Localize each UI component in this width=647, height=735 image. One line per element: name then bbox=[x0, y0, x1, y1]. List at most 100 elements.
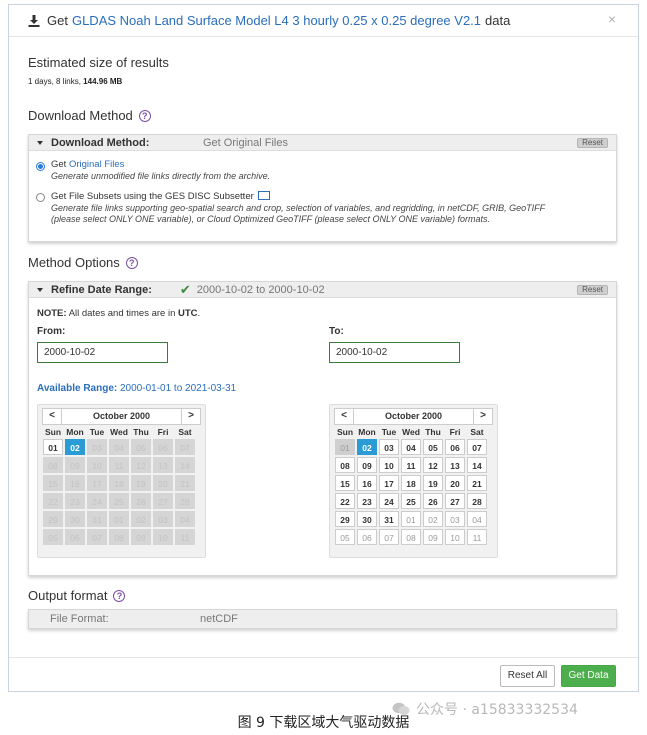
calendar-day: 05 bbox=[43, 529, 63, 545]
weekday-label: Tue bbox=[381, 427, 397, 437]
calendar-day[interactable]: 05 bbox=[423, 439, 443, 455]
from-date-input[interactable]: 2000-10-02 bbox=[37, 342, 168, 363]
option-description-2: (please select ONLY ONE variable), or Cl… bbox=[51, 214, 491, 224]
next-month-button[interactable]: > bbox=[473, 408, 493, 425]
help-icon[interactable]: ? bbox=[138, 110, 151, 122]
calendar-day[interactable]: 01 bbox=[43, 439, 63, 455]
radio-original-files[interactable] bbox=[36, 162, 45, 171]
calendar-day[interactable]: 23 bbox=[357, 493, 377, 509]
radio-file-subsets[interactable] bbox=[36, 193, 45, 202]
option-prefix: Get File Subsets using the GES DISC Subs… bbox=[51, 191, 254, 202]
calendar-day[interactable]: 06 bbox=[357, 529, 377, 545]
calendar-day[interactable]: 08 bbox=[335, 457, 355, 473]
calendar-day[interactable]: 26 bbox=[423, 493, 443, 509]
calendar-day[interactable]: 05 bbox=[335, 529, 355, 545]
available-range: Available Range: 2000-01-01 to 2021-03-3… bbox=[37, 383, 236, 394]
estimate-summary: 1 days, 8 links, 144.96 MB bbox=[28, 77, 122, 86]
output-format-label: Output format bbox=[28, 588, 108, 603]
calendar-day: 30 bbox=[65, 511, 85, 527]
close-icon[interactable]: × bbox=[608, 11, 616, 27]
to-date-input[interactable]: 2000-10-02 bbox=[329, 342, 460, 363]
calendar-day[interactable]: 14 bbox=[467, 457, 487, 473]
calendar-day[interactable]: 12 bbox=[423, 457, 443, 473]
caret-down-icon[interactable] bbox=[37, 140, 43, 145]
calendar-day: 15 bbox=[43, 475, 63, 491]
calendar-day[interactable]: 06 bbox=[445, 439, 465, 455]
calendar-day[interactable]: 16 bbox=[357, 475, 377, 491]
download-dialog: Get GLDAS Noah Land Surface Model L4 3 h… bbox=[8, 4, 639, 692]
calendar-day[interactable]: 01 bbox=[401, 511, 421, 527]
calendar-day[interactable]: 08 bbox=[401, 529, 421, 545]
estimate-days: 1 days, bbox=[28, 77, 54, 86]
subsetter-icon[interactable] bbox=[258, 191, 271, 200]
next-month-button[interactable]: > bbox=[181, 408, 201, 425]
prev-month-button[interactable]: < bbox=[334, 408, 354, 425]
from-calendar[interactable]: < October 2000 > Sun Mon Tue Wed Thu Fri Sat 01 02 0… bbox=[37, 404, 206, 558]
reset-all-button[interactable]: Reset All bbox=[500, 665, 555, 687]
calendar-day: 18 bbox=[109, 475, 129, 491]
calendar-day[interactable]: 31 bbox=[379, 511, 399, 527]
calendar-day: 05 bbox=[131, 439, 151, 455]
calendar-day[interactable]: 10 bbox=[379, 457, 399, 473]
option-original-files[interactable]: Get Original Files Generate unmodified f… bbox=[36, 159, 270, 182]
calendar-day[interactable]: 18 bbox=[401, 475, 421, 491]
calendar-day[interactable]: 09 bbox=[357, 457, 377, 473]
original-files-link[interactable]: Original Files bbox=[69, 159, 124, 170]
help-icon[interactable]: ? bbox=[125, 257, 138, 269]
available-label: Available Range: bbox=[37, 383, 118, 394]
download-icon bbox=[28, 14, 40, 27]
calendar-day[interactable]: 21 bbox=[467, 475, 487, 491]
calendar-day: 19 bbox=[131, 475, 151, 491]
calendar-day[interactable]: 17 bbox=[379, 475, 399, 491]
help-icon[interactable]: ? bbox=[113, 590, 126, 602]
reset-button[interactable]: Reset bbox=[577, 285, 608, 295]
to-calendar[interactable]: < October 2000 > Sun Mon Tue Wed Thu Fri Sat 01 02 0… bbox=[329, 404, 498, 558]
calendar-day[interactable]: 07 bbox=[467, 439, 487, 455]
calendar-day[interactable]: 20 bbox=[445, 475, 465, 491]
prev-month-button[interactable]: < bbox=[42, 408, 62, 425]
calendar-day[interactable]: 04 bbox=[401, 439, 421, 455]
calendar-day: 04 bbox=[175, 511, 195, 527]
output-format-panel: File Format: netCDF bbox=[28, 609, 617, 629]
calendar-day: 01 bbox=[109, 511, 129, 527]
calendar-day[interactable]: 30 bbox=[357, 511, 377, 527]
calendar-day[interactable]: 09 bbox=[423, 529, 443, 545]
figure-caption: 图 9 下载区域大气驱动数据 bbox=[237, 715, 410, 731]
calendar-day[interactable]: 02 bbox=[65, 439, 85, 455]
option-file-subsets[interactable]: Get File Subsets using the GES DISC Subs… bbox=[36, 191, 606, 226]
weekday-label: Fri bbox=[449, 427, 461, 437]
file-format-key: File Format: bbox=[50, 613, 109, 625]
caret-down-icon[interactable] bbox=[37, 287, 43, 292]
weekday-label: Wed bbox=[110, 427, 128, 437]
calendar-day: 08 bbox=[109, 529, 129, 545]
option-prefix: Get bbox=[51, 159, 67, 170]
calendar-day[interactable]: 22 bbox=[335, 493, 355, 509]
calendar-day[interactable]: 03 bbox=[445, 511, 465, 527]
calendar-month-title: October 2000 bbox=[354, 408, 473, 425]
calendar-day[interactable]: 27 bbox=[445, 493, 465, 509]
reset-button[interactable]: Reset bbox=[577, 138, 608, 148]
note-bold: NOTE: bbox=[37, 308, 67, 319]
calendar-day[interactable]: 11 bbox=[401, 457, 421, 473]
calendar-day[interactable]: 10 bbox=[445, 529, 465, 545]
download-method-panel-header[interactable]: Download Method: Get Original Files Rese… bbox=[29, 135, 616, 151]
calendar-day[interactable]: 02 bbox=[357, 439, 377, 455]
get-data-button[interactable]: Get Data bbox=[561, 665, 616, 687]
method-options-label: Method Options bbox=[28, 255, 120, 270]
dataset-link[interactable]: GLDAS Noah Land Surface Model L4 3 hourl… bbox=[72, 13, 481, 28]
calendar-day: 01 bbox=[335, 439, 355, 455]
calendar-day[interactable]: 28 bbox=[467, 493, 487, 509]
calendar-day[interactable]: 29 bbox=[335, 511, 355, 527]
date-range-panel-header[interactable]: Refine Date Range: ✔ 2000-10-02 to 2000-… bbox=[29, 282, 616, 298]
calendar-day[interactable]: 11 bbox=[467, 529, 487, 545]
calendar-day[interactable]: 24 bbox=[379, 493, 399, 509]
calendar-day[interactable]: 02 bbox=[423, 511, 443, 527]
calendar-day: 10 bbox=[87, 457, 107, 473]
calendar-day[interactable]: 03 bbox=[379, 439, 399, 455]
calendar-day[interactable]: 15 bbox=[335, 475, 355, 491]
calendar-day[interactable]: 04 bbox=[467, 511, 487, 527]
calendar-day[interactable]: 19 bbox=[423, 475, 443, 491]
calendar-day[interactable]: 25 bbox=[401, 493, 421, 509]
calendar-day[interactable]: 07 bbox=[379, 529, 399, 545]
calendar-day[interactable]: 13 bbox=[445, 457, 465, 473]
